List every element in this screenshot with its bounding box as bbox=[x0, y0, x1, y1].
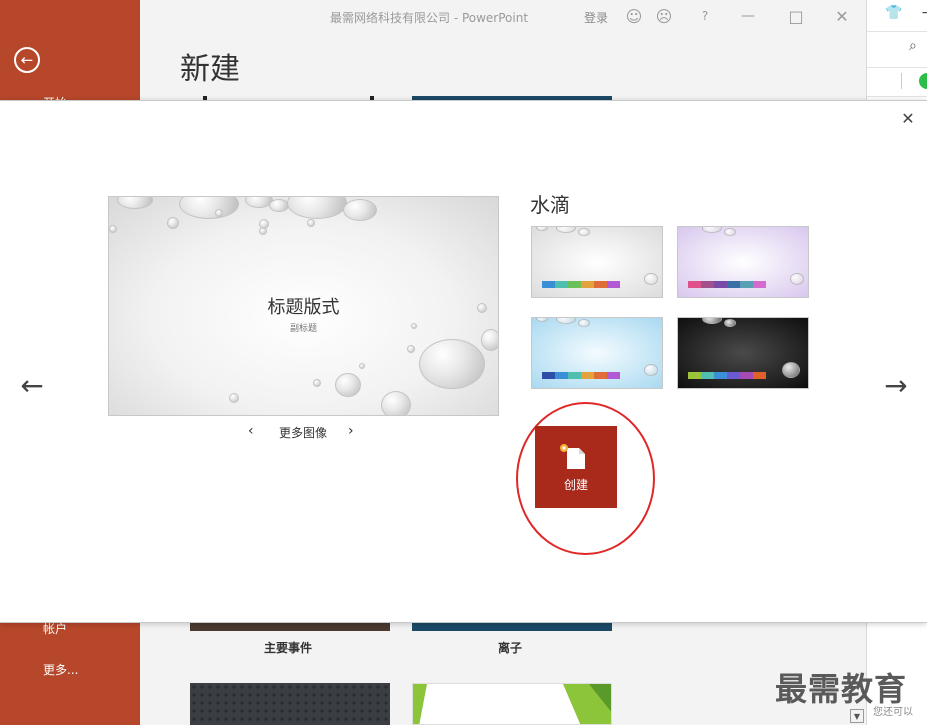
color-swatches bbox=[542, 372, 620, 379]
minus-icon[interactable]: − bbox=[921, 5, 927, 21]
help-icon[interactable]: ? bbox=[695, 6, 715, 26]
theme-variant-light[interactable] bbox=[531, 226, 663, 298]
minimize-icon[interactable]: — bbox=[738, 6, 758, 26]
template-thumbnail-ion[interactable] bbox=[412, 623, 612, 631]
template-thumbnail[interactable] bbox=[412, 683, 612, 725]
more-images-label: 更多图像 bbox=[279, 426, 328, 440]
preview-slide-title: 标题版式 bbox=[267, 297, 340, 318]
close-window-icon[interactable]: ✕ bbox=[832, 6, 852, 26]
chevron-left-icon[interactable]: ‹ bbox=[248, 423, 254, 439]
template-label-major-event: 主要事件 bbox=[264, 641, 313, 655]
theme-name: 水滴 bbox=[530, 193, 570, 217]
window-title: 最需网络科技有限公司 - PowerPoint bbox=[330, 11, 529, 25]
new-document-icon bbox=[560, 444, 585, 469]
color-swatches bbox=[688, 372, 766, 379]
sidebar-item-more[interactable]: 更多... bbox=[43, 661, 78, 678]
preview-slide-subtitle: 副标题 bbox=[289, 324, 317, 334]
theme-variant-lavender[interactable] bbox=[677, 226, 809, 298]
back-arrow-icon[interactable]: ← bbox=[14, 47, 40, 73]
sign-in-link[interactable]: 登录 bbox=[584, 9, 608, 26]
create-button[interactable]: 创建 bbox=[535, 426, 617, 508]
chevron-right-icon[interactable]: › bbox=[348, 423, 354, 439]
create-button-label: 创建 bbox=[563, 478, 588, 492]
title-bar: 最需网络科技有限公司 - PowerPoint 登录 ☺ ☹ ? — □ ✕ bbox=[140, 0, 866, 34]
maximize-icon[interactable]: □ bbox=[786, 6, 806, 26]
template-green-decoration bbox=[413, 684, 611, 724]
template-preview-image: 标题版式 副标题 bbox=[108, 196, 499, 416]
more-images-nav: ‹ 更多图像 › bbox=[248, 423, 368, 443]
next-template-arrow-icon[interactable]: → bbox=[880, 369, 912, 402]
theme-variant-dark[interactable] bbox=[677, 317, 809, 389]
previous-template-arrow-icon[interactable]: ← bbox=[16, 369, 48, 402]
status-dot-icon bbox=[919, 73, 927, 89]
template-preview-dialog: ✕ ← → 标题版式 副标题 ‹ 更多图像 › 水滴 创建 bbox=[0, 100, 927, 623]
watermark-subtext: 您还可以 bbox=[873, 707, 913, 718]
color-swatches bbox=[542, 281, 620, 288]
smile-icon[interactable]: ☺ bbox=[624, 6, 644, 26]
search-icon[interactable]: ⌕ bbox=[909, 38, 917, 54]
scroll-down-arrow-icon[interactable]: ▼ bbox=[850, 709, 864, 723]
template-label-ion: 离子 bbox=[498, 641, 523, 655]
shirt-icon[interactable]: 👕 bbox=[885, 5, 902, 21]
template-thumbnail-major-event[interactable] bbox=[190, 623, 390, 631]
theme-variant-blue[interactable] bbox=[531, 317, 663, 389]
frown-icon[interactable]: ☹ bbox=[654, 6, 674, 26]
template-thumbnail[interactable] bbox=[190, 683, 390, 725]
color-swatches bbox=[688, 281, 766, 288]
page-title: 新建 bbox=[180, 52, 240, 87]
close-icon[interactable]: ✕ bbox=[899, 109, 917, 128]
